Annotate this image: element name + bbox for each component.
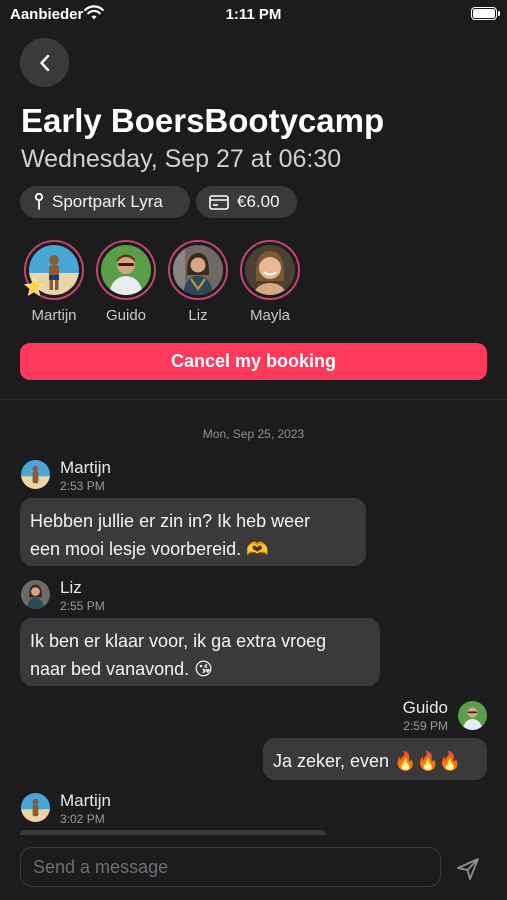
send-icon [457, 858, 479, 880]
avatar [173, 245, 223, 295]
clock: 1:11 PM [225, 6, 282, 23]
message-bubble[interactable]: Hebben jullie er zin in? Ik heb weer een… [20, 498, 366, 566]
divider [0, 399, 507, 400]
star-icon [23, 276, 45, 302]
message-line: Ik ben er klaar voor, ik ga extra vroeg [30, 631, 327, 651]
message-line: Hebben jullie er zin in? Ik heb weer [30, 511, 311, 531]
price-label: €6.00 [237, 192, 280, 211]
battery-icon [471, 7, 500, 20]
credit-card-icon [209, 194, 229, 210]
chat-date-separator: Mon, Sep 25, 2023 [202, 427, 305, 441]
message-time: 2:55 PM [60, 599, 105, 613]
participant-liz[interactable]: Liz [166, 240, 230, 324]
participant-name: Martijn [31, 307, 77, 324]
participant-martijn[interactable]: Martijn [22, 240, 86, 324]
message-input[interactable] [21, 848, 440, 886]
avatar[interactable] [21, 793, 50, 822]
avatar[interactable] [21, 460, 50, 489]
message-composer [20, 847, 441, 887]
location-label: Sportpark Lyra [52, 192, 163, 211]
message-line: een mooi lesje voorbereid. 🫶 [30, 539, 269, 559]
participant-name: Guido [105, 307, 147, 324]
cancel-booking-button[interactable]: Cancel my booking [20, 343, 487, 380]
avatar[interactable] [458, 701, 487, 730]
back-button[interactable] [20, 38, 69, 87]
event-datetime: Wednesday, Sep 27 at 06:30 [21, 145, 342, 173]
pin-icon [34, 192, 44, 210]
message-time: 2:53 PM [60, 479, 105, 493]
location-chip[interactable]: Sportpark Lyra [20, 186, 190, 218]
message-author: Martijn [60, 458, 112, 477]
message-line: Ja zeker, even [273, 751, 390, 771]
message-time: 2:59 PM [403, 719, 448, 733]
message-author: Liz [60, 578, 82, 597]
avatar [101, 245, 151, 295]
send-button[interactable] [455, 856, 481, 882]
message-author: Martijn [60, 791, 112, 810]
message-author: Guido [402, 698, 448, 717]
participant-name: Liz [188, 307, 208, 324]
participant-name: Mayla [249, 307, 290, 324]
chevron-left-icon [39, 54, 49, 71]
status-bar: Aanbieder 1:11 PM [0, 0, 507, 30]
price-chip: €6.00 [196, 186, 297, 218]
message-bubble[interactable]: Ik ben er klaar voor, ik ga extra vroeg … [20, 618, 380, 686]
fire-emoji: 🔥🔥🔥 [394, 751, 462, 771]
participant-guido[interactable]: Guido [94, 240, 158, 324]
message-line: naar bed vanavond. 😘 [30, 659, 213, 679]
participant-mayla[interactable]: Mayla [238, 240, 302, 324]
message-bubble[interactable] [20, 830, 326, 835]
avatar[interactable] [21, 580, 50, 609]
message-time: 3:02 PM [60, 812, 105, 826]
event-title: Early BoersBootycamp [21, 102, 385, 139]
message-bubble[interactable]: Ja zeker, even 🔥🔥🔥 [263, 738, 487, 780]
avatar [245, 245, 295, 295]
